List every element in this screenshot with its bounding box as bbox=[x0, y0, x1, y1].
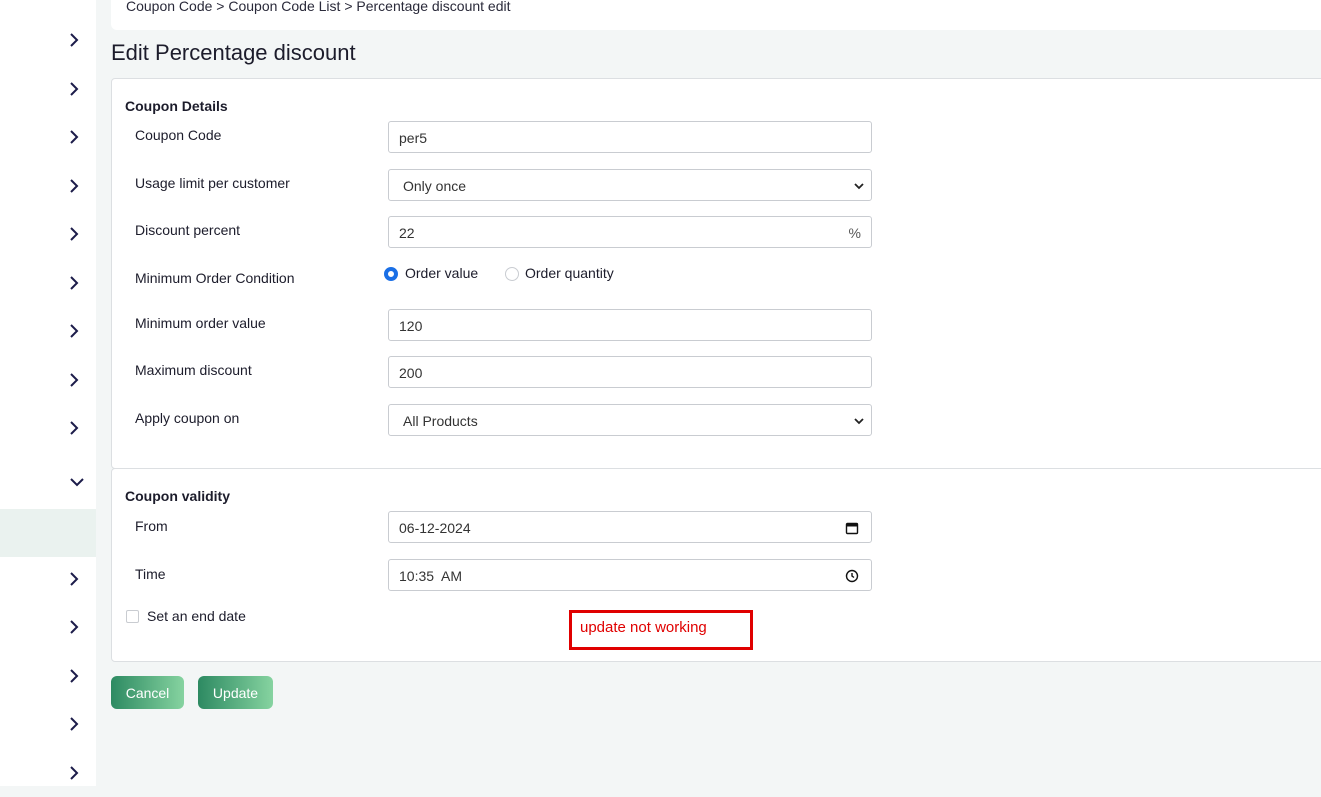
order-value-radio[interactable] bbox=[384, 267, 398, 281]
min-order-value-label: Minimum order value bbox=[135, 315, 266, 331]
time-input[interactable]: 10:35 AM bbox=[388, 559, 872, 591]
sidebar-item[interactable] bbox=[0, 404, 96, 452]
calendar-icon[interactable] bbox=[845, 521, 859, 535]
chevron-right-icon bbox=[70, 33, 79, 47]
usage-limit-label: Usage limit per customer bbox=[135, 175, 290, 191]
usage-limit-value: Only once bbox=[403, 178, 467, 194]
annotation-box: update not working bbox=[569, 610, 753, 650]
section-title-coupon-validity: Coupon validity bbox=[125, 488, 230, 504]
max-discount-value: 200 bbox=[399, 365, 423, 381]
order-quantity-radio[interactable] bbox=[505, 267, 519, 281]
coupon-code-value: per5 bbox=[399, 130, 428, 146]
sidebar-item[interactable] bbox=[0, 162, 96, 210]
page-title: Edit Percentage discount bbox=[111, 40, 356, 65]
order-quantity-radio-label[interactable]: Order quantity bbox=[525, 265, 614, 281]
sidebar-item[interactable] bbox=[0, 356, 96, 404]
order-value-radio-label[interactable]: Order value bbox=[405, 265, 478, 281]
min-order-value-input[interactable]: 120 bbox=[388, 309, 872, 341]
breadcrumb[interactable]: Coupon Code > Coupon Code List > Percent… bbox=[126, 0, 511, 14]
sidebar-item[interactable] bbox=[0, 113, 96, 161]
max-discount-input[interactable]: 200 bbox=[388, 356, 872, 388]
chevron-right-icon bbox=[70, 324, 79, 338]
chevron-right-icon bbox=[70, 130, 79, 144]
coupon-details-card: Coupon Details Coupon Code per5 Usage li… bbox=[111, 78, 1321, 469]
sidebar-item[interactable] bbox=[0, 603, 96, 651]
from-date-input[interactable]: 06-12-2024 bbox=[388, 511, 872, 543]
apply-coupon-on-select[interactable]: All Products bbox=[388, 404, 872, 436]
chevron-right-icon bbox=[70, 620, 79, 634]
sidebar-item[interactable] bbox=[0, 259, 96, 307]
sidebar-item[interactable] bbox=[0, 210, 96, 258]
chevron-right-icon bbox=[70, 179, 79, 193]
annotation-text: update not working bbox=[580, 619, 707, 636]
discount-percent-label: Discount percent bbox=[135, 222, 241, 238]
chevron-right-icon bbox=[70, 227, 79, 241]
time-label: Time bbox=[135, 566, 166, 582]
end-date-checkbox-label[interactable]: Set an end date bbox=[147, 608, 246, 624]
chevron-right-icon bbox=[70, 572, 79, 586]
sidebar-item[interactable] bbox=[0, 700, 96, 748]
from-label: From bbox=[135, 518, 168, 534]
sidebar bbox=[0, 0, 96, 786]
discount-percent-input[interactable]: 22 % bbox=[388, 216, 872, 248]
sidebar-item-expanded[interactable] bbox=[0, 458, 96, 506]
percent-suffix: % bbox=[848, 225, 861, 241]
coupon-code-input[interactable]: per5 bbox=[388, 121, 872, 153]
sidebar-item[interactable] bbox=[0, 652, 96, 700]
coupon-code-label: Coupon Code bbox=[135, 127, 222, 143]
chevron-right-icon bbox=[70, 717, 79, 731]
chevron-right-icon bbox=[70, 421, 79, 435]
sidebar-item[interactable] bbox=[0, 16, 96, 64]
chevron-right-icon bbox=[70, 766, 79, 780]
chevron-down-icon bbox=[854, 183, 864, 190]
chevron-down-icon bbox=[70, 478, 84, 487]
chevron-down-icon bbox=[854, 418, 864, 425]
time-value: 10:35 AM bbox=[399, 568, 463, 584]
section-title-coupon-details: Coupon Details bbox=[125, 98, 228, 114]
apply-coupon-on-label: Apply coupon on bbox=[135, 410, 240, 426]
chevron-right-icon bbox=[70, 669, 79, 683]
max-discount-label: Maximum discount bbox=[135, 362, 252, 378]
usage-limit-select[interactable]: Only once bbox=[388, 169, 872, 201]
apply-coupon-on-value: All Products bbox=[403, 413, 478, 429]
chevron-right-icon bbox=[70, 82, 79, 96]
end-date-checkbox[interactable] bbox=[126, 610, 139, 623]
sidebar-item[interactable] bbox=[0, 749, 96, 797]
sidebar-item[interactable] bbox=[0, 307, 96, 355]
clock-icon[interactable] bbox=[845, 569, 859, 583]
from-date-value: 06-12-2024 bbox=[399, 520, 471, 536]
min-order-condition-label: Minimum Order Condition bbox=[135, 270, 295, 286]
discount-percent-value: 22 bbox=[399, 225, 415, 241]
sidebar-item[interactable] bbox=[0, 65, 96, 113]
breadcrumb-bar: Coupon Code > Coupon Code List > Percent… bbox=[111, 0, 1321, 30]
sidebar-item[interactable] bbox=[0, 555, 96, 603]
update-button[interactable]: Update bbox=[198, 676, 273, 709]
min-order-value-value: 120 bbox=[399, 318, 423, 334]
sidebar-subitem-active[interactable] bbox=[0, 509, 96, 557]
chevron-right-icon bbox=[70, 276, 79, 290]
cancel-button[interactable]: Cancel bbox=[111, 676, 184, 709]
chevron-right-icon bbox=[70, 373, 79, 387]
